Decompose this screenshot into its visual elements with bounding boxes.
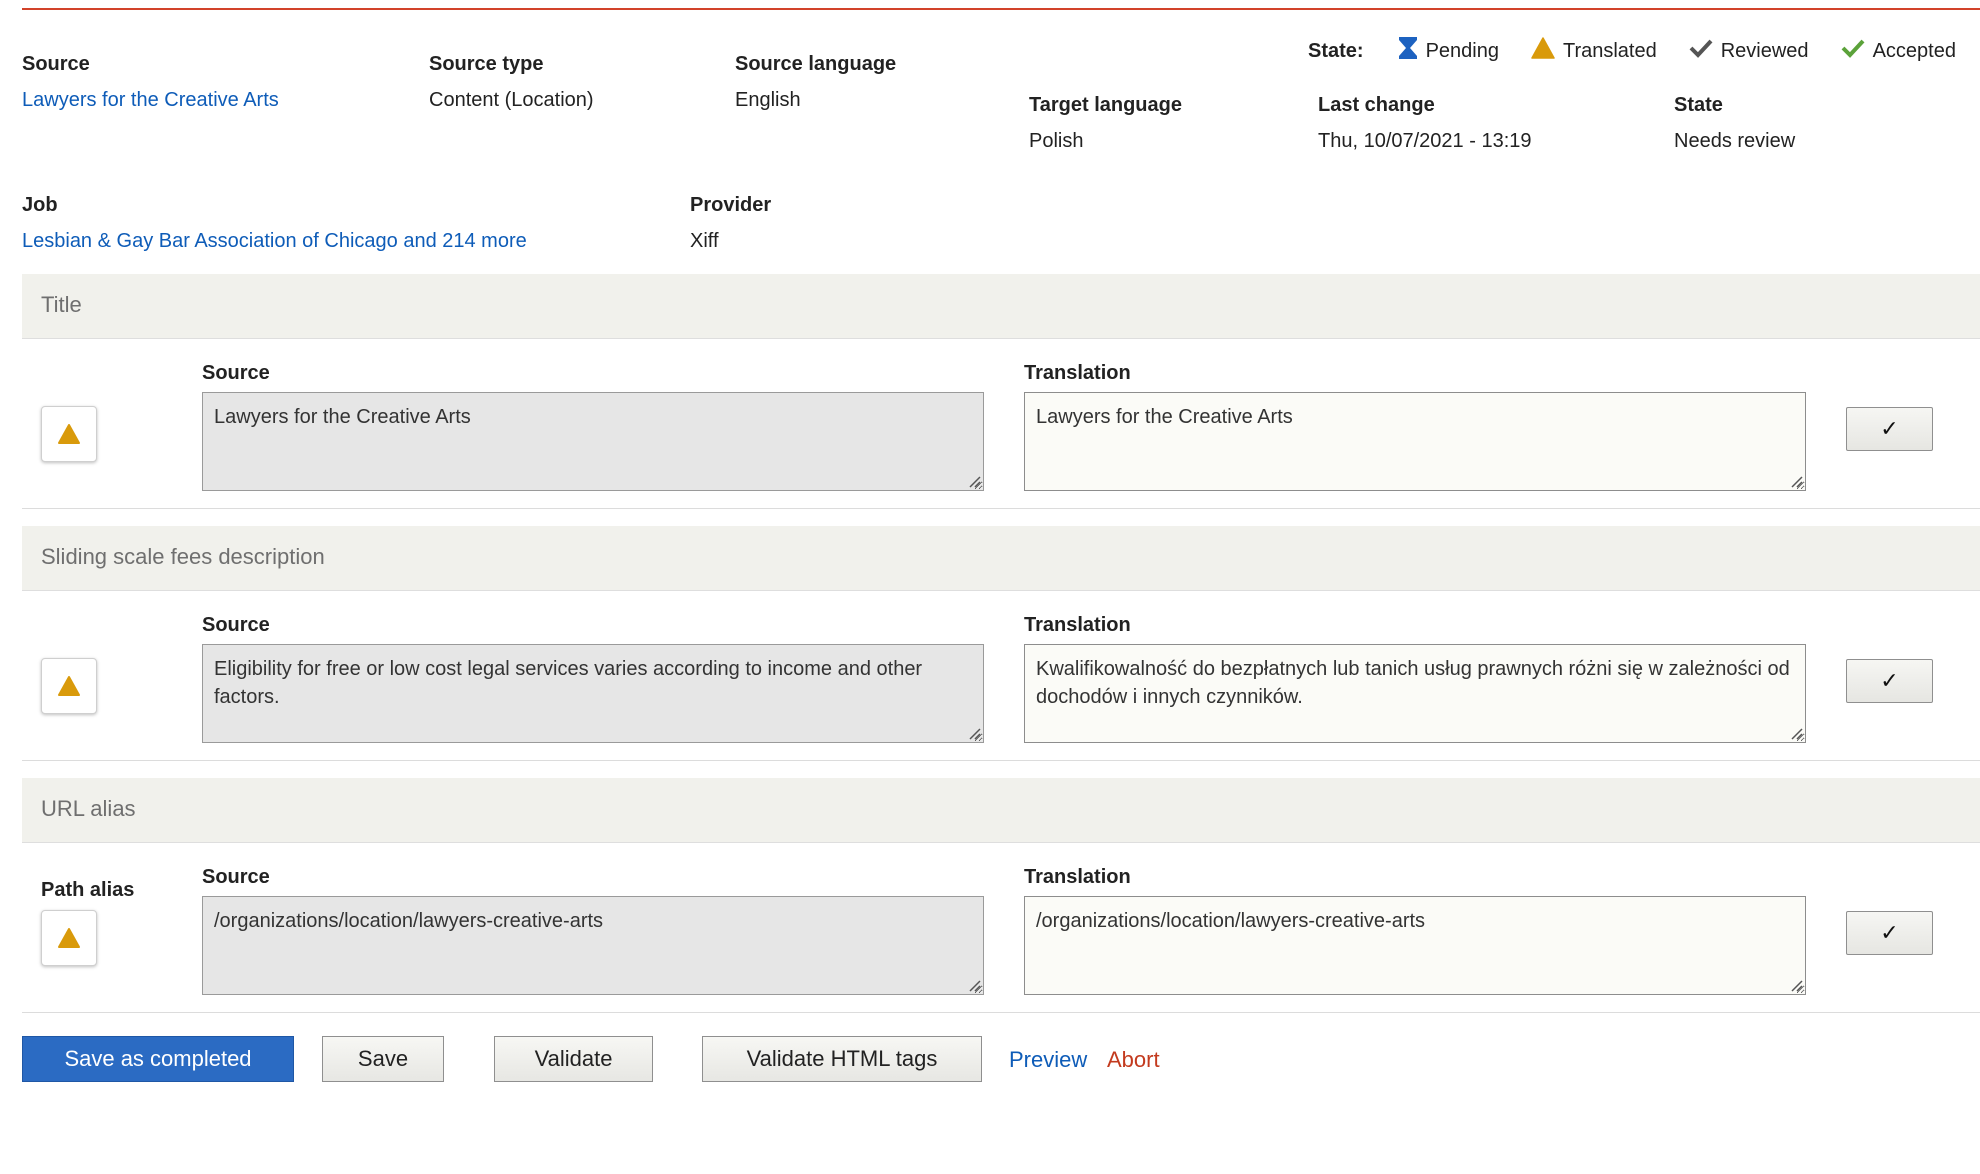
job-label: Job — [22, 194, 58, 216]
translation-field-label: Translation — [1024, 866, 1131, 888]
title-translation-text: Lawyers for the Creative Arts — [1036, 406, 1293, 428]
state-value: Needs review — [1674, 130, 1796, 152]
source-language-value: English — [735, 89, 801, 111]
section-sliding-scale-label: Sliding scale fees description — [41, 544, 325, 569]
resize-grip-icon[interactable] — [1789, 978, 1803, 992]
legend-accepted-label: Accepted — [1872, 39, 1956, 62]
source-type-value: Content (Location) — [429, 89, 594, 111]
resize-grip-icon[interactable] — [967, 474, 981, 488]
preview-link[interactable]: Preview — [1009, 1047, 1087, 1073]
translated-state-button[interactable] — [41, 406, 97, 462]
legend-pending: Pending — [1398, 36, 1499, 66]
legend-reviewed: Reviewed — [1689, 38, 1809, 64]
sliding-scale-translation-textarea[interactable]: Kwalifikowalność do bezpłatnych lub tani… — [1024, 644, 1806, 743]
legend-pending-label: Pending — [1425, 39, 1499, 62]
source-type-label: Source type — [429, 53, 544, 75]
state-label: State — [1674, 94, 1723, 116]
translated-state-button[interactable] — [41, 658, 97, 714]
checkmark-gray-icon — [1689, 38, 1713, 64]
section-sliding-scale-header: Sliding scale fees description — [22, 526, 1980, 591]
target-language-value: Polish — [1029, 130, 1084, 152]
legend-accepted: Accepted — [1841, 38, 1956, 64]
section-divider — [22, 508, 1980, 509]
path-alias-label: Path alias — [41, 879, 135, 901]
legend-reviewed-label: Reviewed — [1720, 39, 1809, 62]
warning-triangle-icon — [58, 928, 80, 948]
resize-grip-icon[interactable] — [1789, 726, 1803, 740]
url-alias-source-textarea[interactable]: /organizations/location/lawyers-creative… — [202, 896, 984, 995]
section-divider — [22, 760, 1980, 761]
top-accent-line — [22, 8, 1980, 10]
source-field-label: Source — [202, 362, 270, 384]
abort-link[interactable]: Abort — [1107, 1047, 1160, 1073]
source-language-label: Source language — [735, 53, 897, 75]
title-source-text: Lawyers for the Creative Arts — [214, 406, 471, 428]
checkmark-green-icon — [1841, 38, 1865, 64]
resize-grip-icon[interactable] — [967, 978, 981, 992]
validate-html-tags-button[interactable]: Validate HTML tags — [702, 1036, 982, 1082]
last-change-label: Last change — [1318, 94, 1435, 116]
target-language-label: Target language — [1029, 94, 1182, 116]
section-url-alias-label: URL alias — [41, 796, 136, 821]
source-link[interactable]: Lawyers for the Creative Arts — [22, 89, 279, 112]
legend-translated: Translated — [1531, 37, 1657, 65]
review-button[interactable]: ✓ — [1846, 407, 1933, 451]
validate-button[interactable]: Validate — [494, 1036, 653, 1082]
hourglass-icon — [1398, 36, 1418, 66]
warning-triangle-icon — [58, 676, 80, 696]
url-alias-source-text: /organizations/location/lawyers-creative… — [214, 910, 604, 932]
translated-state-button[interactable] — [41, 910, 97, 966]
translation-field-label: Translation — [1024, 362, 1131, 384]
url-alias-translation-text: /organizations/location/lawyers-creative… — [1036, 910, 1426, 932]
legend-title: State: — [1308, 39, 1364, 62]
resize-grip-icon[interactable] — [1789, 474, 1803, 488]
last-change-value: Thu, 10/07/2021 - 13:19 — [1318, 130, 1532, 152]
translation-field-label: Translation — [1024, 614, 1131, 636]
provider-label: Provider — [690, 194, 772, 216]
warning-triangle-icon — [58, 424, 80, 444]
source-field-label: Source — [202, 866, 270, 888]
sliding-scale-translation-text: Kwalifikowalność do bezpłatnych lub tani… — [1036, 658, 1790, 708]
url-alias-translation-textarea[interactable]: /organizations/location/lawyers-creative… — [1024, 896, 1806, 995]
source-field-label: Source — [202, 614, 270, 636]
job-link[interactable]: Lesbian & Gay Bar Association of Chicago… — [22, 230, 527, 253]
title-translation-textarea[interactable]: Lawyers for the Creative Arts — [1024, 392, 1806, 491]
save-as-completed-button[interactable]: Save as completed — [22, 1036, 294, 1082]
section-title-header: Title — [22, 274, 1980, 339]
section-url-alias-header: URL alias — [22, 778, 1980, 843]
sliding-scale-source-textarea[interactable]: Eligibility for free or low cost legal s… — [202, 644, 984, 743]
save-button[interactable]: Save — [322, 1036, 444, 1082]
sliding-scale-source-text: Eligibility for free or low cost legal s… — [214, 658, 923, 708]
section-title-label: Title — [41, 292, 82, 317]
source-label: Source — [22, 53, 90, 75]
title-source-textarea[interactable]: Lawyers for the Creative Arts — [202, 392, 984, 491]
provider-value: Xiff — [690, 230, 719, 252]
review-button[interactable]: ✓ — [1846, 911, 1933, 955]
legend-translated-label: Translated — [1562, 39, 1657, 62]
warning-triangle-icon — [1531, 37, 1555, 65]
resize-grip-icon[interactable] — [967, 726, 981, 740]
section-divider — [22, 1012, 1980, 1013]
review-button[interactable]: ✓ — [1846, 659, 1933, 703]
state-legend: State: Pending Translated Reviewed Accep… — [1308, 36, 1980, 66]
